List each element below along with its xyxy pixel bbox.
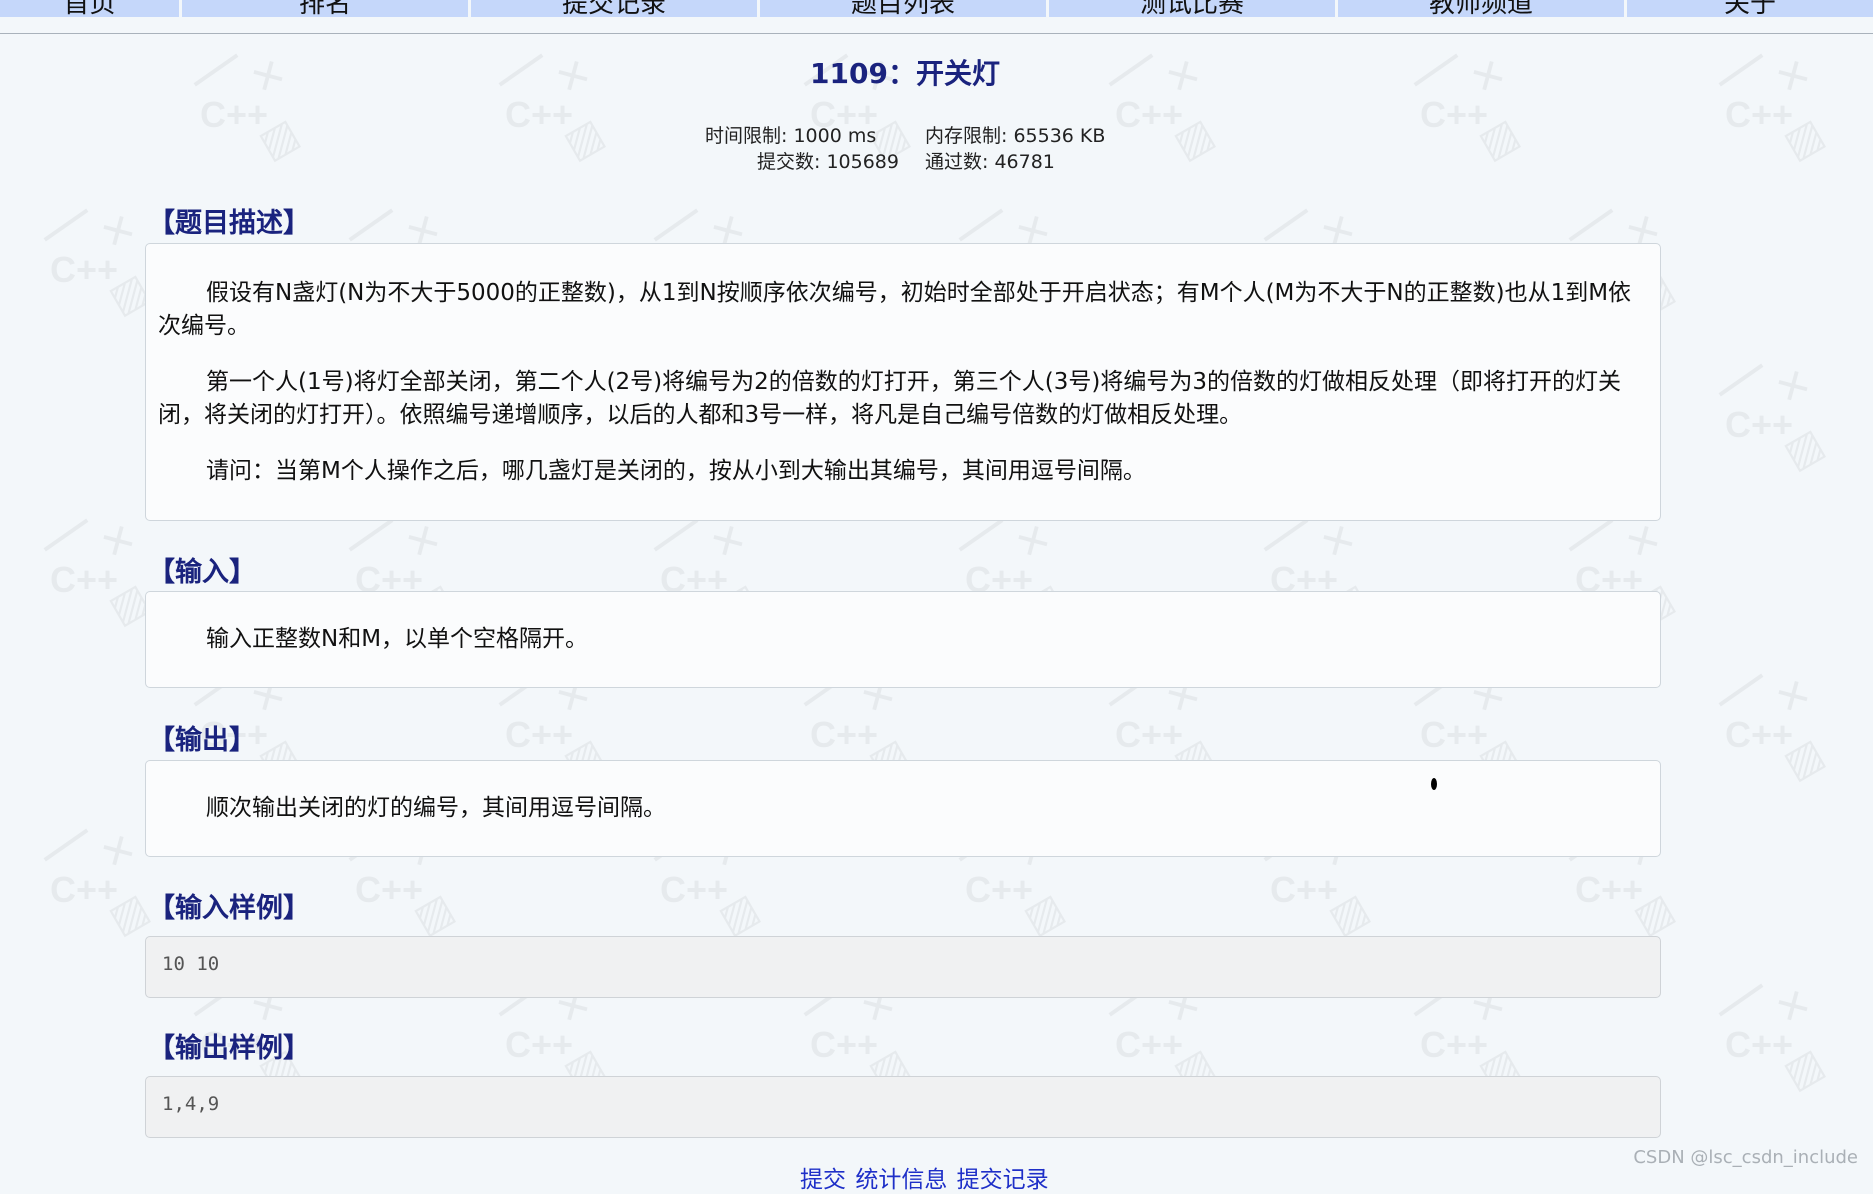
watermark-tile: C++✕▨ (1715, 980, 1835, 1098)
watermark-tile: C++✕▨ (800, 670, 920, 788)
submission-count: 提交数: 105689 (757, 151, 899, 173)
output-description: 顺次输出关闭的灯的编号，其间用逗号间隔。 (206, 795, 666, 821)
nav-item-label: 测试比赛 (1139, 0, 1244, 17)
watermark-tile: C++✕▨ (800, 980, 920, 1098)
nav-item-about[interactable]: 关于 (1627, 0, 1873, 17)
input-heading: 【输入】 (148, 557, 256, 588)
watermark-tile: C++✕▨ (40, 205, 160, 323)
nav-item-label: 首页 (63, 0, 116, 17)
nav-item-teachers[interactable]: 教师频道 (1338, 0, 1627, 17)
sample-input-heading: 【输入样例】 (148, 893, 310, 924)
watermark-tile: C++✕▨ (1105, 670, 1225, 788)
watermark-tile: C++✕▨ (1410, 980, 1530, 1098)
sample-input-code[interactable]: 10 10 (145, 936, 1661, 998)
problem-action-links: 提交 统计信息 提交记录 (800, 1160, 1051, 1194)
nav-item-problems[interactable]: 题目列表 (760, 0, 1049, 17)
nav-item-contests[interactable]: 测试比赛 (1049, 0, 1338, 17)
csdn-credit: CSDN @lsc_csdn_include (1633, 1147, 1858, 1168)
description-paragraph: 假设有N盏灯(N为不大于5000的正整数)，从1到N按顺序依次编号，初始时全部处… (158, 280, 1632, 339)
memory-limit: 内存限制: 65536 KB (925, 125, 1106, 147)
sample-input-text: 10 10 (162, 953, 220, 975)
watermark-tile: C++✕▨ (1715, 360, 1835, 478)
time-limit: 时间限制: 1000 ms (705, 125, 877, 147)
nav-item-home[interactable]: 首页 (0, 0, 182, 17)
watermark-tile: C++✕▨ (40, 515, 160, 633)
submit-link[interactable]: 提交 (800, 1167, 846, 1193)
watermark-tile: C++✕▨ (40, 825, 160, 943)
description-paragraph: 第一个人(1号)将灯全部关闭，第二个人(2号)将编号为2的倍数的灯打开，第三个人… (158, 369, 1622, 428)
nav-item-submissions[interactable]: 提交记录 (471, 0, 760, 17)
watermark-tile: C++✕▨ (1410, 670, 1530, 788)
nav-item-label: 排名 (298, 0, 351, 17)
description-box: 假设有N盏灯(N为不大于5000的正整数)，从1到N按顺序依次编号，初始时全部处… (145, 243, 1661, 521)
watermark-tile: C++✕▨ (495, 670, 615, 788)
watermark-tile: C++✕▨ (495, 980, 615, 1098)
sample-output-heading: 【输出样例】 (148, 1033, 310, 1064)
nav-item-label: 教师频道 (1428, 0, 1533, 17)
description-paragraph: 请问：当第M个人操作之后，哪几盏灯是关闭的，按从小到大输出其编号，其间用逗号间隔… (206, 458, 1146, 484)
nav-divider (0, 33, 1873, 34)
nav-item-label: 提交记录 (561, 0, 666, 17)
records-link[interactable]: 提交记录 (957, 1167, 1049, 1193)
output-heading: 【输出】 (148, 725, 256, 756)
nav-item-ranking[interactable]: 排名 (182, 0, 471, 17)
watermark-tile: C++✕▨ (1715, 670, 1835, 788)
mouse-cursor (1431, 778, 1437, 790)
accepted-count: 通过数: 46781 (925, 151, 1055, 173)
stats-link[interactable]: 统计信息 (855, 1167, 947, 1193)
watermark-tile: C++✕▨ (1105, 980, 1225, 1098)
nav-item-label: 关于 (1723, 0, 1776, 17)
input-box: 输入正整数N和M，以单个空格隔开。 (145, 591, 1661, 688)
nav-item-label: 题目列表 (850, 0, 955, 17)
input-description: 输入正整数N和M，以单个空格隔开。 (206, 626, 589, 652)
sample-output-code[interactable]: 1,4,9 (145, 1076, 1661, 1138)
output-box: 顺次输出关闭的灯的编号，其间用逗号间隔。 (145, 760, 1661, 857)
description-heading: 【题目描述】 (148, 208, 310, 239)
top-navbar: 首页 排名 提交记录 题目列表 测试比赛 教师频道 关于 (0, 0, 1873, 17)
problem-title: 1109：开关灯 (810, 57, 1000, 90)
sample-output-text: 1,4,9 (162, 1093, 220, 1115)
